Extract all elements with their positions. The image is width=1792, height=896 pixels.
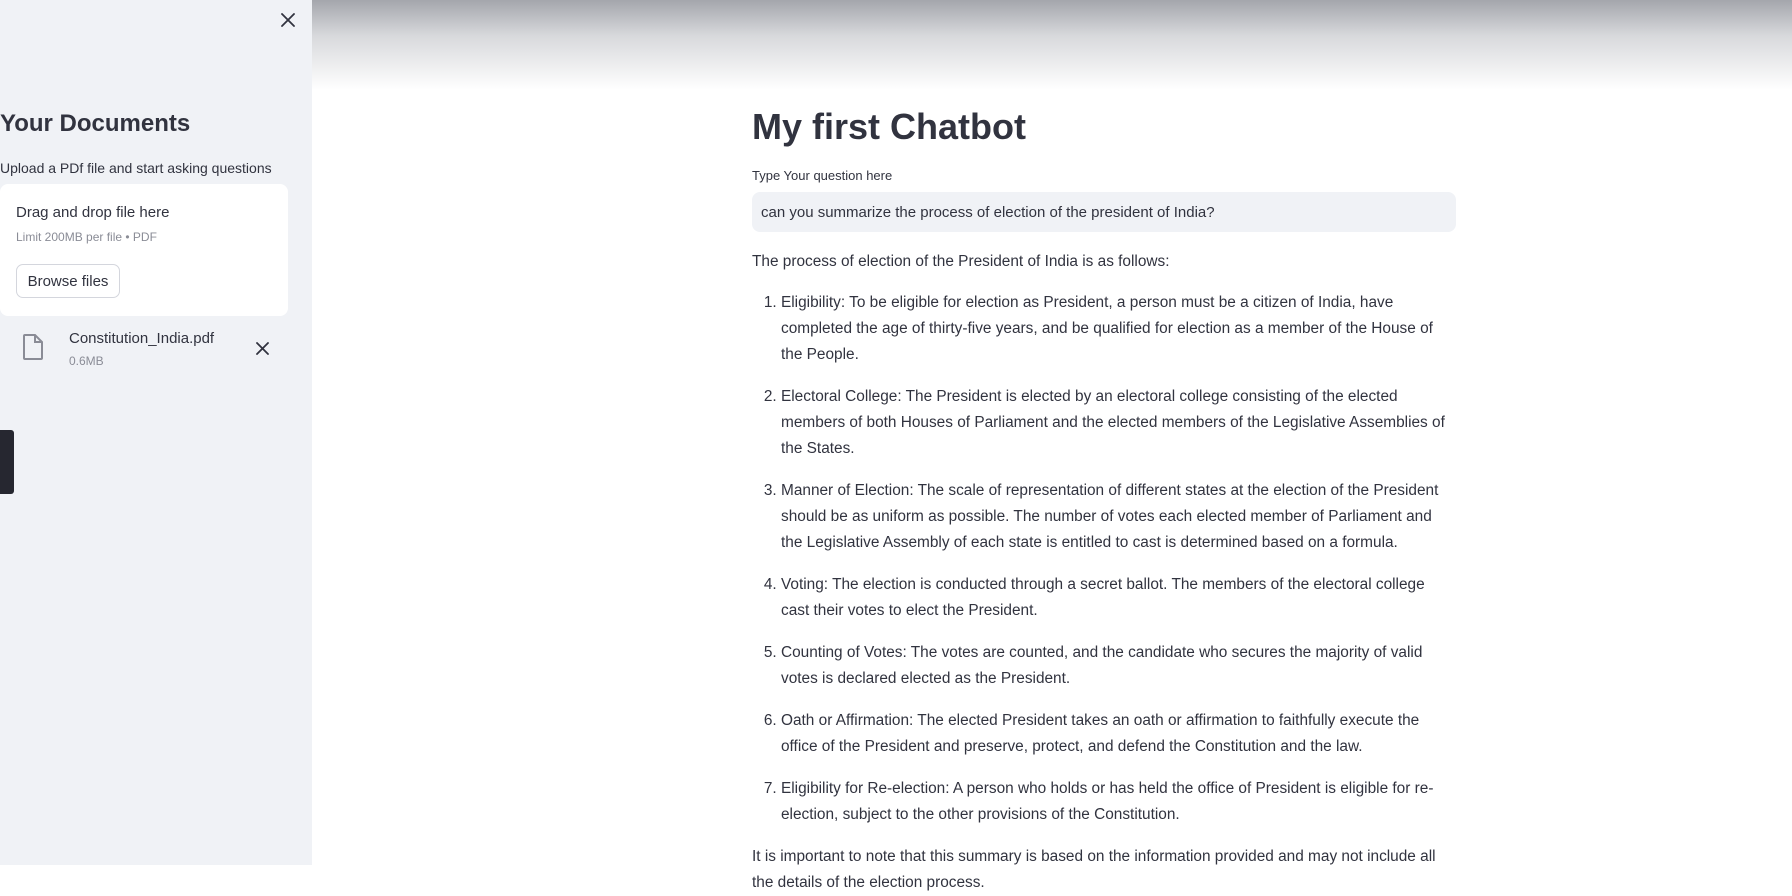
list-item: Eligibility for Re-election: A person wh… — [781, 776, 1456, 828]
dropzone-limit: Limit 200MB per file • PDF — [16, 230, 157, 244]
list-item: Voting: The election is conducted throug… — [781, 572, 1456, 624]
remove-file-button[interactable] — [250, 336, 274, 360]
sidebar-title: Your Documents — [0, 110, 191, 137]
answer-list: Eligibility: To be eligible for election… — [752, 290, 1456, 828]
dropzone-title: Drag and drop file here — [16, 204, 170, 221]
list-item: Oath or Affirmation: The elected Preside… — [781, 708, 1456, 760]
question-label: Type Your question here — [752, 168, 893, 183]
close-icon — [255, 341, 269, 355]
close-icon — [281, 13, 295, 27]
list-item: Manner of Election: The scale of represe… — [781, 478, 1456, 556]
uploaded-file-item: Constitution_India.pdf 0.6MB — [0, 326, 288, 374]
answer-intro: The process of election of the President… — [752, 253, 1170, 270]
file-icon — [22, 334, 44, 365]
list-item: Counting of Votes: The votes are counted… — [781, 640, 1456, 692]
sidebar: Your Documents Upload a PDf file and sta… — [0, 0, 312, 865]
file-dropzone[interactable]: Drag and drop file here Limit 200MB per … — [0, 184, 288, 316]
page-title: My first Chatbot — [752, 106, 1026, 147]
question-input[interactable] — [752, 192, 1456, 232]
answer-outro: It is important to note that this summar… — [752, 848, 1436, 891]
sidebar-resize-handle[interactable] — [0, 430, 14, 494]
uploaded-file-size: 0.6MB — [69, 354, 104, 368]
browse-files-button[interactable]: Browse files — [16, 264, 120, 298]
sidebar-close-button[interactable] — [276, 8, 300, 32]
sidebar-subtitle: Upload a PDf file and start asking quest… — [0, 160, 272, 176]
uploaded-file-name: Constitution_India.pdf — [69, 330, 215, 347]
answer-text: The process of election of the President… — [752, 249, 1456, 896]
header-bar — [312, 0, 1792, 90]
list-item: Electoral College: The President is elec… — [781, 384, 1456, 462]
list-item: Eligibility: To be eligible for election… — [781, 290, 1456, 368]
main-content: My first Chatbot Type Your question here… — [752, 100, 1456, 896]
